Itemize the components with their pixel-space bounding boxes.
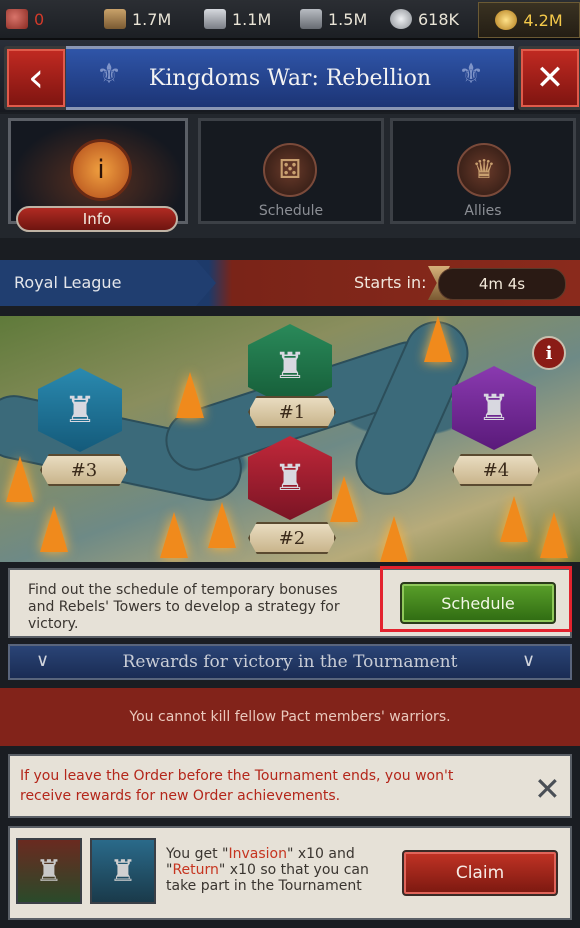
dismiss-warning-button[interactable]: ✕ — [534, 770, 561, 808]
back-button[interactable]: ‹ — [4, 46, 68, 110]
fire-icon — [540, 512, 568, 558]
chevron-down-icon: ∨ — [36, 650, 50, 671]
tab-schedule[interactable]: ⚄ Schedule — [198, 118, 384, 224]
chevron-down-icon: ∨ — [522, 650, 536, 671]
rank-label-3: #3 — [40, 454, 128, 486]
resource-silver[interactable]: 618K — [390, 6, 459, 32]
fire-icon — [176, 372, 204, 418]
invasion-item-icon: ♜ — [16, 838, 82, 904]
page-title: Kingdoms War: Rebellion — [148, 65, 432, 91]
resource-wood-value: 1.7M — [132, 9, 172, 29]
castle-4-icon[interactable]: ♜ — [452, 366, 536, 450]
resource-gold-value: 4.2M — [523, 10, 563, 30]
resource-silver-value: 618K — [418, 9, 460, 29]
resource-iron[interactable]: 1.1M — [204, 6, 271, 32]
schedule-button[interactable]: Schedule — [400, 582, 556, 624]
league-name: Royal League — [14, 273, 122, 292]
resource-meat[interactable]: 0 — [6, 6, 44, 32]
starts-in-label: Starts in: — [354, 273, 427, 292]
claim-button[interactable]: Claim — [402, 850, 558, 896]
dice-icon: ⚄ — [263, 143, 317, 197]
info-icon: i — [545, 342, 553, 364]
rank-label-4: #4 — [452, 454, 540, 486]
gold-coins-icon — [495, 10, 518, 30]
fire-icon — [424, 316, 452, 362]
map-info-button[interactable]: i — [532, 336, 566, 370]
crown-icon: ♛ — [457, 143, 511, 197]
close-icon: ✕ — [534, 770, 561, 808]
rank-label-1: #1 — [248, 396, 336, 428]
fire-icon — [380, 516, 408, 562]
resource-stone[interactable]: 1.5M — [300, 6, 367, 32]
resource-wood[interactable]: 1.7M — [104, 6, 171, 32]
tab-schedule-label: Schedule — [258, 203, 324, 219]
resource-meat-value: 0 — [34, 9, 45, 29]
pact-message-text: You cannot kill fellow Pact members' war… — [129, 709, 451, 725]
claim-text: You get "Invasion" x10 and "Return" x10 … — [166, 846, 369, 894]
iron-icon — [204, 9, 226, 29]
meat-icon — [6, 9, 28, 29]
resource-iron-value: 1.1M — [232, 9, 272, 29]
rank-label-2: #2 — [248, 522, 336, 554]
chevron-left-icon: ‹ — [28, 55, 44, 101]
tab-allies[interactable]: ♛ Allies — [390, 118, 576, 224]
silver-coins-icon — [390, 9, 412, 29]
lion-emblem-icon: ⚜ — [458, 57, 484, 90]
pact-message: You cannot kill fellow Pact members' war… — [0, 688, 580, 746]
info-icon: i — [70, 139, 132, 201]
fire-icon — [40, 506, 68, 552]
tab-allies-label: Allies — [464, 203, 502, 219]
fire-icon — [6, 456, 34, 502]
return-item-icon: ♜ — [90, 838, 156, 904]
order-warning-text: If you leave the Order before the Tourna… — [20, 768, 454, 804]
fire-icon — [330, 476, 358, 522]
rewards-header[interactable]: Rewards for victory in the Tournament — [8, 644, 572, 680]
wood-icon — [104, 9, 126, 29]
resource-gold[interactable]: 4.2M — [478, 2, 580, 38]
rewards-title: Rewards for victory in the Tournament — [122, 652, 458, 672]
tournament-map: ♜ ♜ ♜ ♜ #1 #2 #3 #4 — [0, 316, 580, 562]
invasion-highlight: Invasion — [228, 846, 287, 862]
title-banner: ⚜ Kingdoms War: Rebellion ⚜ — [66, 46, 514, 110]
return-highlight: Return — [172, 862, 219, 878]
fire-icon — [208, 502, 236, 548]
close-button[interactable]: ✕ — [518, 46, 580, 110]
schedule-notice-text: Find out the schedule of temporary bonus… — [28, 582, 340, 632]
countdown-timer: 4m 4s — [438, 268, 566, 300]
fire-icon — [500, 496, 528, 542]
stone-icon — [300, 9, 322, 29]
fire-icon — [160, 512, 188, 558]
close-icon: ✕ — [535, 58, 565, 98]
lion-emblem-icon: ⚜ — [96, 57, 122, 90]
resource-stone-value: 1.5M — [328, 9, 368, 29]
tab-info-label[interactable]: Info — [16, 206, 178, 232]
